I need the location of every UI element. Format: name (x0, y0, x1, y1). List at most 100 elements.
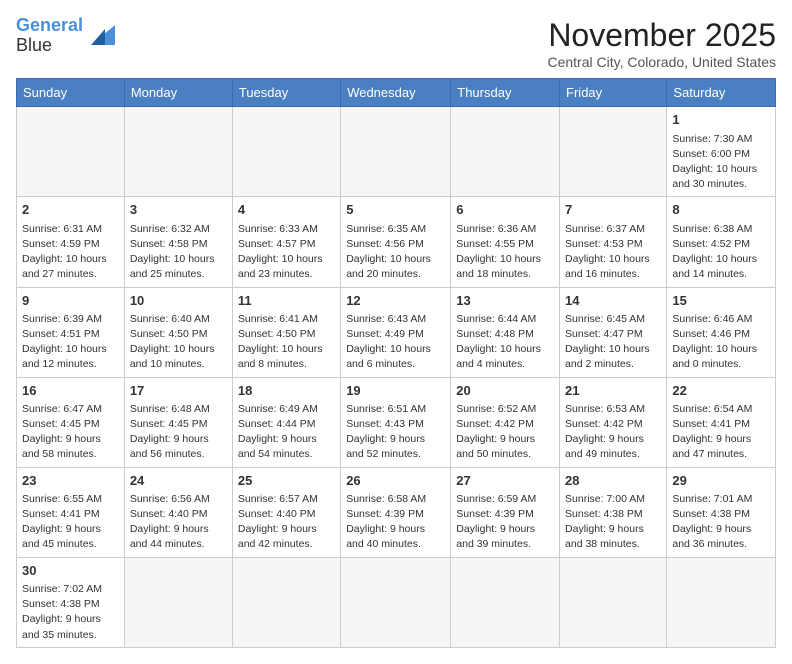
calendar-cell: 16 Sunrise: 6:47 AM Sunset: 4:45 PM Dayli… (17, 377, 125, 467)
day-number: 3 (130, 201, 227, 219)
calendar-cell: 2Sunrise: 6:31 AM Sunset: 4:59 PM Daylig… (17, 197, 125, 287)
day-number: 30 (22, 562, 119, 580)
day-info: Sunrise: 6:54 AM Sunset: 4:41 PM Dayligh… (672, 402, 770, 463)
calendar-cell: 25Sunrise: 6:57 AM Sunset: 4:40 PM Dayli… (232, 467, 340, 557)
day-info: Sunrise: 6:39 AM Sunset: 4:51 PM Dayligh… (22, 312, 119, 373)
day-info: Sunrise: 7:00 AM Sunset: 4:38 PM Dayligh… (565, 492, 661, 553)
calendar-cell: 6Sunrise: 6:36 AM Sunset: 4:55 PM Daylig… (451, 197, 560, 287)
day-number: 19 (346, 382, 445, 400)
col-header-sunday: Sunday (17, 79, 125, 107)
col-header-monday: Monday (124, 79, 232, 107)
calendar-cell (341, 557, 451, 647)
calendar-week-3: 16 Sunrise: 6:47 AM Sunset: 4:45 PM Dayli… (17, 377, 776, 467)
subtitle: Central City, Colorado, United States (547, 54, 776, 70)
calendar-header-row: SundayMondayTuesdayWednesdayThursdayFrid… (17, 79, 776, 107)
day-info: Sunrise: 6:35 AM Sunset: 4:56 PM Dayligh… (346, 222, 445, 283)
calendar-cell: 7 Sunrise: 6:37 AM Sunset: 4:53 PM Daylig… (560, 197, 667, 287)
day-info: Sunrise: 6:37 AM Sunset: 4:53 PM Dayligh… (565, 222, 661, 283)
day-info: Sunrise: 6:32 AM Sunset: 4:58 PM Dayligh… (130, 222, 227, 283)
day-number: 22 (672, 382, 770, 400)
calendar-cell: 8 Sunrise: 6:38 AM Sunset: 4:52 PM Daylig… (667, 197, 776, 287)
day-number: 29 (672, 472, 770, 490)
day-number: 6 (456, 201, 554, 219)
day-number: 23 (22, 472, 119, 490)
calendar-cell (17, 107, 125, 197)
calendar-cell: 22 Sunrise: 6:54 AM Sunset: 4:41 PM Dayli… (667, 377, 776, 467)
day-number: 18 (238, 382, 335, 400)
logo-icon (87, 21, 115, 49)
day-info: Sunrise: 6:46 AM Sunset: 4:46 PM Dayligh… (672, 312, 770, 373)
calendar-cell: 4 Sunrise: 6:33 AM Sunset: 4:57 PM Daylig… (232, 197, 340, 287)
day-info: Sunrise: 6:51 AM Sunset: 4:43 PM Dayligh… (346, 402, 445, 463)
calendar-cell: 30Sunrise: 7:02 AM Sunset: 4:38 PM Dayli… (17, 557, 125, 647)
calendar-cell (451, 107, 560, 197)
calendar-cell (560, 107, 667, 197)
day-number: 12 (346, 292, 445, 310)
calendar-cell: 21Sunrise: 6:53 AM Sunset: 4:42 PM Dayli… (560, 377, 667, 467)
calendar-cell: 13Sunrise: 6:44 AM Sunset: 4:48 PM Dayli… (451, 287, 560, 377)
day-number: 25 (238, 472, 335, 490)
calendar-cell: 26Sunrise: 6:58 AM Sunset: 4:39 PM Dayli… (341, 467, 451, 557)
page-header: GeneralBlue November 2025 Central City, … (16, 16, 776, 70)
day-number: 9 (22, 292, 119, 310)
day-info: Sunrise: 6:56 AM Sunset: 4:40 PM Dayligh… (130, 492, 227, 553)
col-header-saturday: Saturday (667, 79, 776, 107)
calendar-cell: 23 Sunrise: 6:55 AM Sunset: 4:41 PM Dayli… (17, 467, 125, 557)
day-number: 28 (565, 472, 661, 490)
calendar-cell (124, 557, 232, 647)
day-number: 10 (130, 292, 227, 310)
day-number: 21 (565, 382, 661, 400)
day-number: 17 (130, 382, 227, 400)
calendar-cell: 20 Sunrise: 6:52 AM Sunset: 4:42 PM Dayli… (451, 377, 560, 467)
calendar-cell: 11Sunrise: 6:41 AM Sunset: 4:50 PM Dayli… (232, 287, 340, 377)
calendar-cell (341, 107, 451, 197)
logo: GeneralBlue (16, 16, 115, 56)
day-number: 26 (346, 472, 445, 490)
col-header-tuesday: Tuesday (232, 79, 340, 107)
calendar-cell (232, 557, 340, 647)
day-info: Sunrise: 6:40 AM Sunset: 4:50 PM Dayligh… (130, 312, 227, 373)
day-number: 20 (456, 382, 554, 400)
day-number: 15 (672, 292, 770, 310)
day-info: Sunrise: 6:49 AM Sunset: 4:44 PM Dayligh… (238, 402, 335, 463)
day-info: Sunrise: 6:47 AM Sunset: 4:45 PM Dayligh… (22, 402, 119, 463)
calendar-cell: 28 Sunrise: 7:00 AM Sunset: 4:38 PM Dayli… (560, 467, 667, 557)
calendar-cell: 1Sunrise: 7:30 AM Sunset: 6:00 PM Daylig… (667, 107, 776, 197)
calendar-cell (451, 557, 560, 647)
calendar-cell: 10 Sunrise: 6:40 AM Sunset: 4:50 PM Dayli… (124, 287, 232, 377)
calendar-cell: 5Sunrise: 6:35 AM Sunset: 4:56 PM Daylig… (341, 197, 451, 287)
day-number: 16 (22, 382, 119, 400)
calendar-cell: 19 Sunrise: 6:51 AM Sunset: 4:43 PM Dayli… (341, 377, 451, 467)
calendar-cell: 14Sunrise: 6:45 AM Sunset: 4:47 PM Dayli… (560, 287, 667, 377)
day-info: Sunrise: 6:55 AM Sunset: 4:41 PM Dayligh… (22, 492, 119, 553)
day-number: 7 (565, 201, 661, 219)
day-number: 27 (456, 472, 554, 490)
day-info: Sunrise: 6:52 AM Sunset: 4:42 PM Dayligh… (456, 402, 554, 463)
day-info: Sunrise: 6:38 AM Sunset: 4:52 PM Dayligh… (672, 222, 770, 283)
day-number: 8 (672, 201, 770, 219)
calendar-table: SundayMondayTuesdayWednesdayThursdayFrid… (16, 78, 776, 647)
day-info: Sunrise: 6:59 AM Sunset: 4:39 PM Dayligh… (456, 492, 554, 553)
col-header-friday: Friday (560, 79, 667, 107)
day-info: Sunrise: 6:43 AM Sunset: 4:49 PM Dayligh… (346, 312, 445, 373)
day-number: 11 (238, 292, 335, 310)
calendar-week-5: 30Sunrise: 7:02 AM Sunset: 4:38 PM Dayli… (17, 557, 776, 647)
col-header-thursday: Thursday (451, 79, 560, 107)
day-info: Sunrise: 6:44 AM Sunset: 4:48 PM Dayligh… (456, 312, 554, 373)
day-number: 4 (238, 201, 335, 219)
calendar-cell: 29Sunrise: 7:01 AM Sunset: 4:38 PM Dayli… (667, 467, 776, 557)
calendar-cell (124, 107, 232, 197)
calendar-week-1: 2Sunrise: 6:31 AM Sunset: 4:59 PM Daylig… (17, 197, 776, 287)
month-title: November 2025 (547, 16, 776, 54)
calendar-cell (232, 107, 340, 197)
col-header-wednesday: Wednesday (341, 79, 451, 107)
calendar-cell: 27 Sunrise: 6:59 AM Sunset: 4:39 PM Dayli… (451, 467, 560, 557)
calendar-cell: 12 Sunrise: 6:43 AM Sunset: 4:49 PM Dayli… (341, 287, 451, 377)
calendar-cell: 15 Sunrise: 6:46 AM Sunset: 4:46 PM Dayli… (667, 287, 776, 377)
day-info: Sunrise: 7:30 AM Sunset: 6:00 PM Dayligh… (672, 132, 770, 193)
day-info: Sunrise: 6:31 AM Sunset: 4:59 PM Dayligh… (22, 222, 119, 283)
calendar-week-4: 23 Sunrise: 6:55 AM Sunset: 4:41 PM Dayli… (17, 467, 776, 557)
calendar-cell: 17Sunrise: 6:48 AM Sunset: 4:45 PM Dayli… (124, 377, 232, 467)
logo-text: GeneralBlue (16, 16, 83, 56)
day-info: Sunrise: 6:33 AM Sunset: 4:57 PM Dayligh… (238, 222, 335, 283)
